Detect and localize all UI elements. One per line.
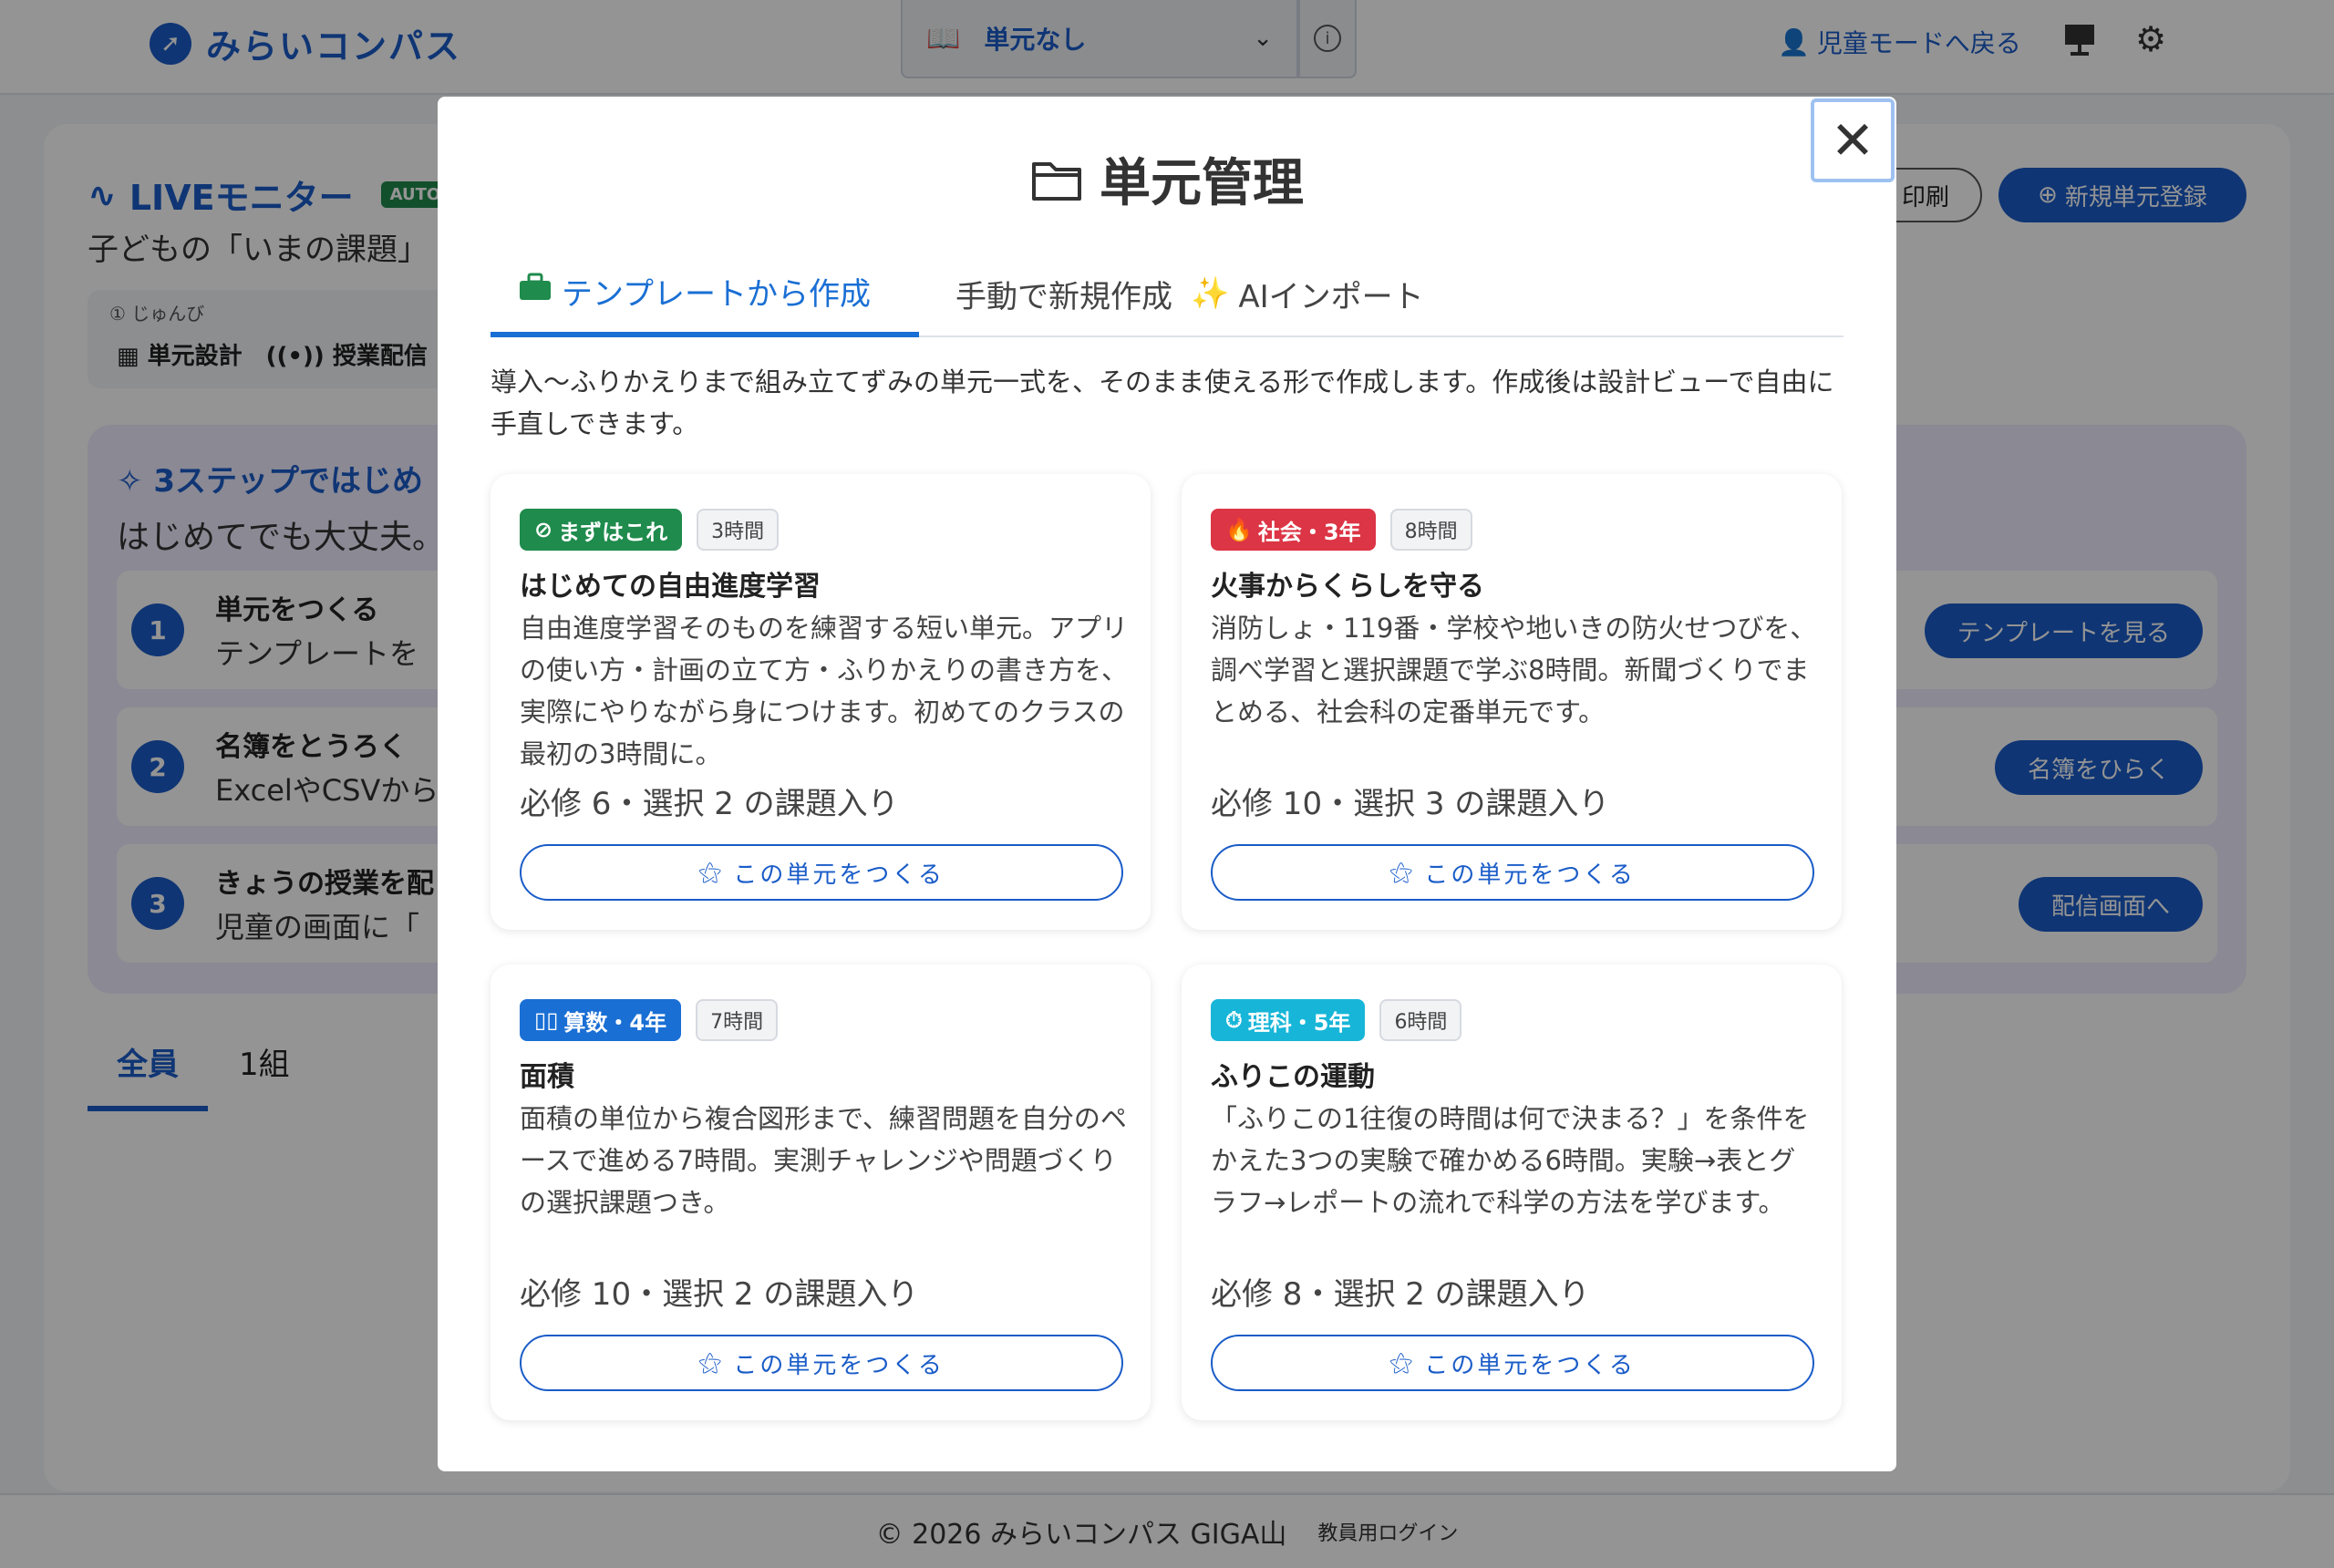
card-task-count: 必修 10・選択 2 の課題入り xyxy=(520,1276,919,1313)
tab-ai-import[interactable]: ✨ AIインポート xyxy=(1191,250,1424,337)
card-description: 消防しょ・119番・学校や地いきの防火せつびを、調べ学習と選択課題で学ぶ8時間。… xyxy=(1211,613,1817,727)
tab-from-template[interactable]: テンプレートから作成 xyxy=(491,250,919,337)
card-description: 自由進度学習そのものを練習する短い単元。アプリの使い方・計画の立て方・ふりかえり… xyxy=(520,613,1129,769)
tab-manual-create[interactable]: 手動で新規作成 xyxy=(955,250,1172,337)
magic-wand-icon: ⚝ xyxy=(698,858,725,886)
magic-wand-icon: ⚝ xyxy=(698,1348,725,1377)
modal-title: 単元管理 xyxy=(438,142,1896,216)
card-description: 「ふりこの1往復の時間は何で決まる？」を条件をかえた3つの実験で確かめる6時間。… xyxy=(1211,1103,1810,1218)
magic-wand-icon: ⚝ xyxy=(1389,1348,1416,1377)
category-badge: ▯▯ 算数・4年 xyxy=(520,999,682,1041)
hours-badge: 8時間 xyxy=(1389,509,1472,551)
template-card-pendulum: ⏱ 理科・5年 6時間 ふりこの運動 「ふりこの1往復の時間は何で決まる？」を条… xyxy=(1182,965,1842,1420)
create-unit-button[interactable]: ⚝ この単元をつくる xyxy=(1211,844,1814,901)
hours-badge: 6時間 xyxy=(1379,999,1462,1041)
category-badge: ⏱ 理科・5年 xyxy=(1211,999,1366,1041)
template-card-free-progress: ⊘ まずはこれ 3時間 はじめての自由進度学習 自由進度学習そのものを練習する短… xyxy=(491,474,1151,930)
template-card-area: ▯▯ 算数・4年 7時間 面積 面積の単位から複合図形まで、練習問題を自分のペー… xyxy=(491,965,1151,1420)
briefcase-icon xyxy=(518,273,553,310)
layout-icon: ▯▯ xyxy=(534,1007,559,1033)
magic-wand-icon: ⚝ xyxy=(1389,858,1416,886)
card-title: ふりこの運動 xyxy=(1211,1061,1375,1093)
compass-icon: ⊘ xyxy=(534,517,553,542)
modal-title-text: 単元管理 xyxy=(1100,154,1304,213)
card-title: はじめての自由進度学習 xyxy=(520,571,821,603)
sparkles-icon: ✨ xyxy=(1191,275,1230,312)
hours-badge: 3時間 xyxy=(697,509,780,551)
template-description: 導入〜ふりかえりまで組み立てずみの単元一式を、そのまま使える形で作成します。作成… xyxy=(491,366,1834,439)
folder-icon xyxy=(1030,157,1083,202)
create-unit-button[interactable]: ⚝ この単元をつくる xyxy=(1211,1335,1814,1391)
card-task-count: 必修 8・選択 2 の課題入り xyxy=(1211,1276,1590,1313)
flame-icon: 🔥 xyxy=(1225,517,1253,542)
create-unit-button[interactable]: ⚝ この単元をつくる xyxy=(520,1335,1123,1391)
card-description: 面積の単位から複合図形まで、練習問題を自分のペースで進める7時間。実測チャレンジ… xyxy=(520,1103,1127,1218)
hours-badge: 7時間 xyxy=(696,999,779,1041)
category-badge: 🔥 社会・3年 xyxy=(1211,509,1376,551)
modal-tabs: テンプレートから作成 手動で新規作成 ✨ AIインポート xyxy=(491,250,1843,337)
create-unit-button[interactable]: ⚝ この単元をつくる xyxy=(520,844,1123,901)
stopwatch-icon: ⏱ xyxy=(1225,1007,1243,1033)
template-card-fire-safety: 🔥 社会・3年 8時間 火事からくらしを守る 消防しょ・119番・学校や地いきの… xyxy=(1182,474,1842,930)
card-task-count: 必修 6・選択 2 の課題入り xyxy=(520,786,899,822)
card-title: 火事からくらしを守る xyxy=(1211,571,1484,603)
card-task-count: 必修 10・選択 3 の課題入り xyxy=(1211,786,1610,822)
card-title: 面積 xyxy=(520,1061,574,1093)
unit-management-modal: ✕ 単元管理 テンプレートから作成 手動で新規作成 ✨ AIインポート 導入〜ふ… xyxy=(438,97,1896,1471)
category-badge: ⊘ まずはこれ xyxy=(520,509,683,551)
